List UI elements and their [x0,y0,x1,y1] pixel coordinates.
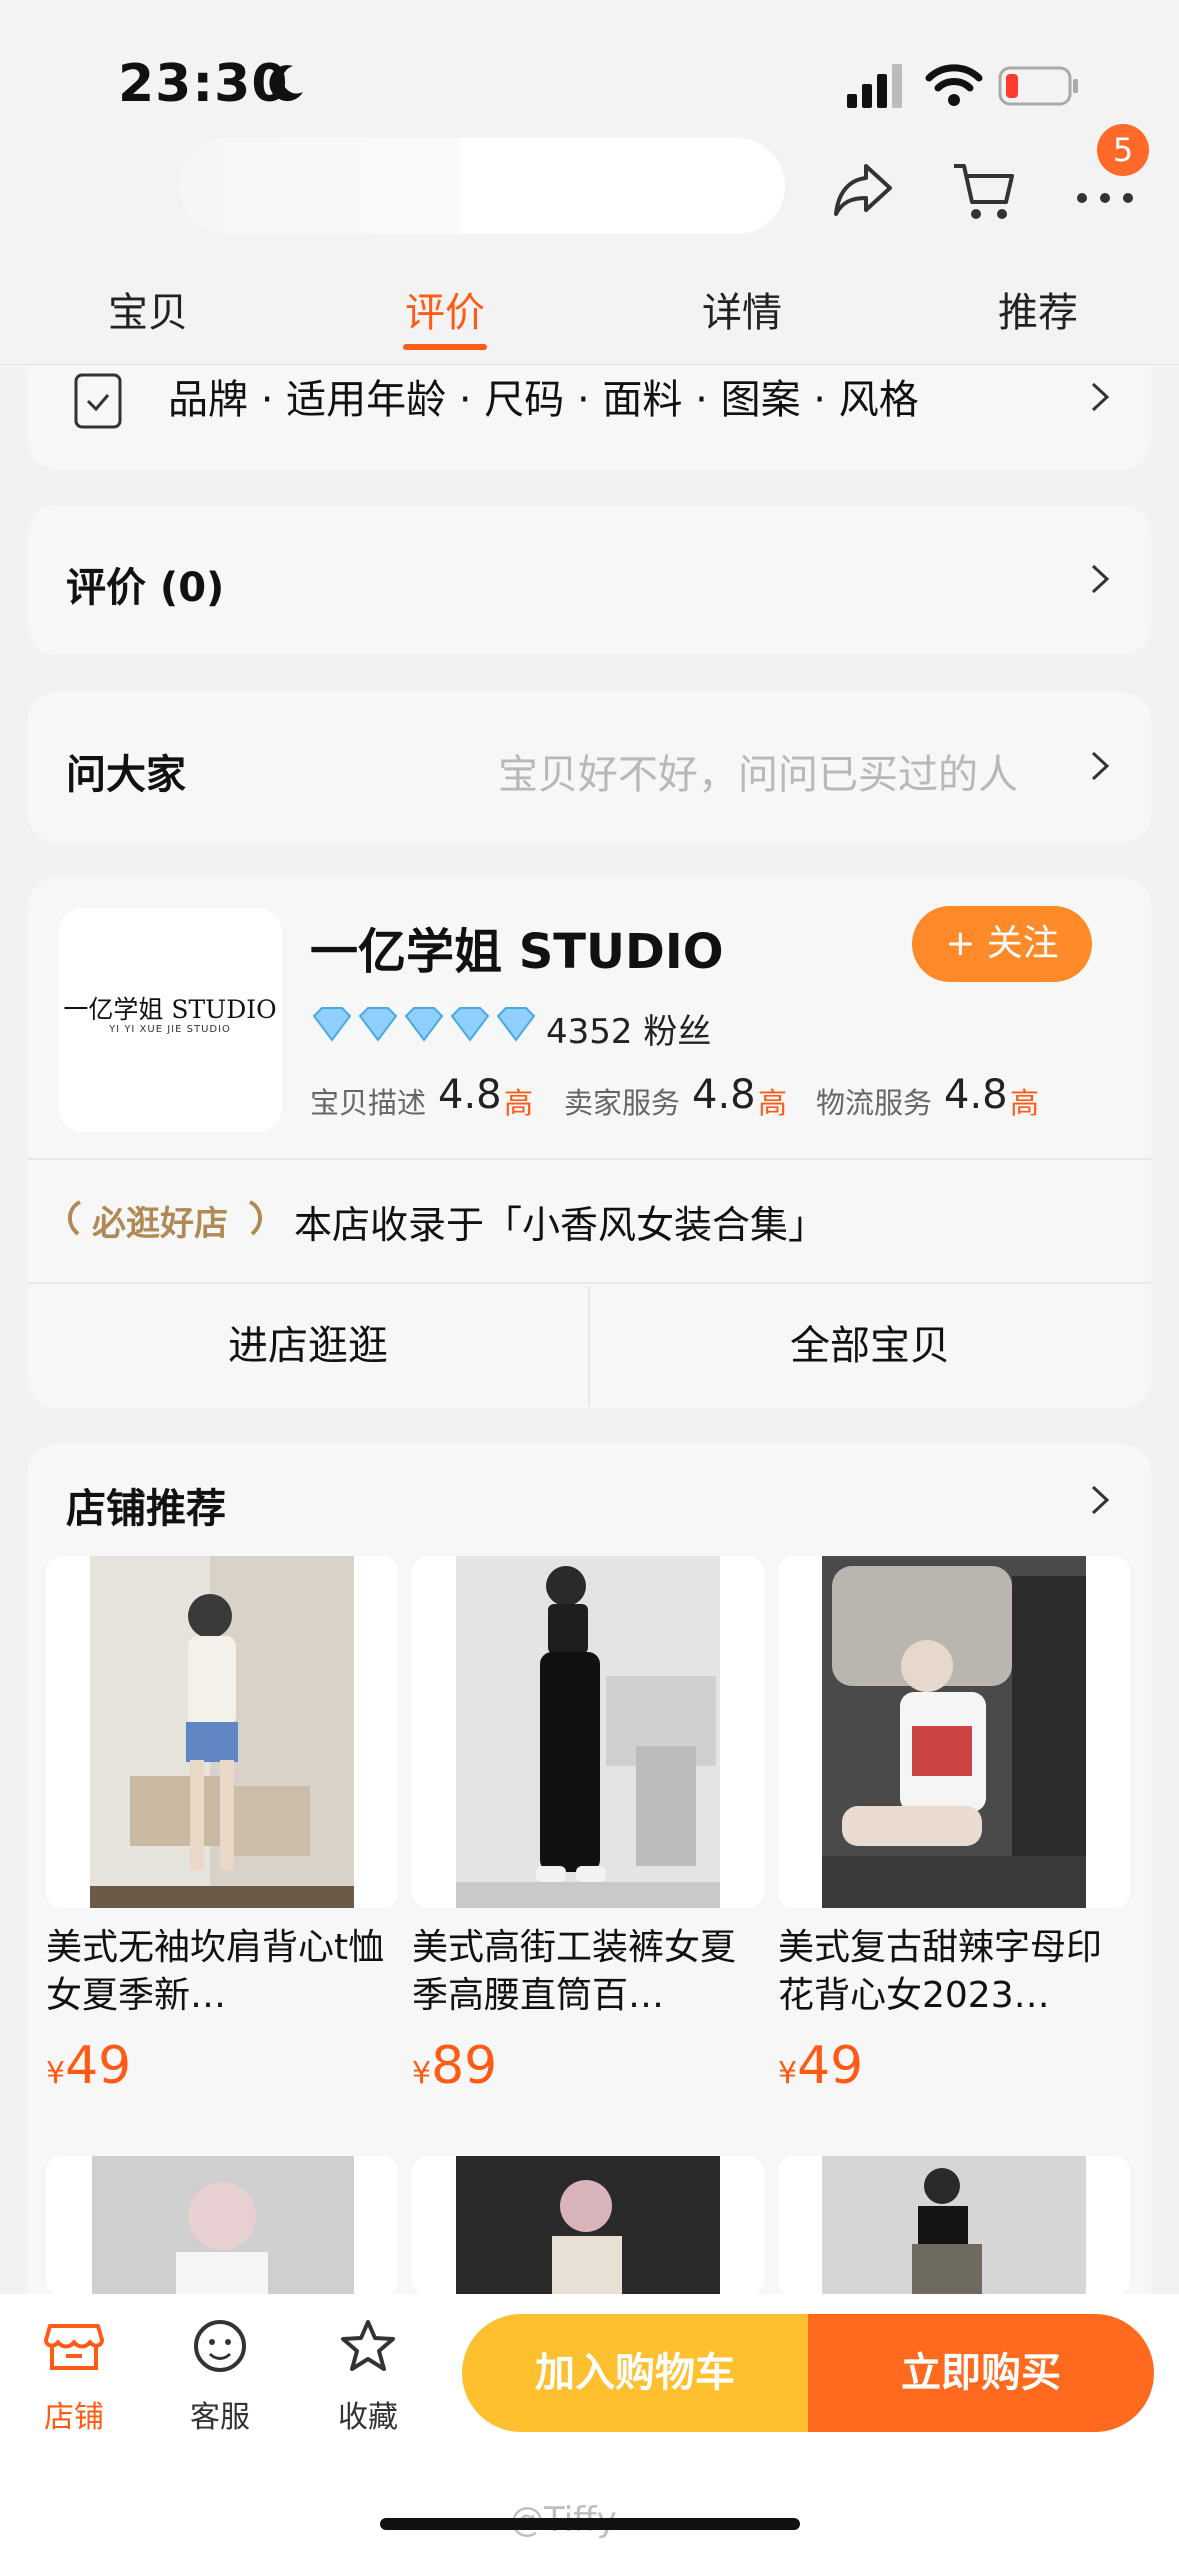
tab-active-indicator [403,344,487,350]
product-image[interactable] [412,2156,764,2296]
product-image[interactable] [46,2156,398,2296]
score-label: 宝贝描述 [310,1086,427,1120]
tab-recommend[interactable]: 推荐 [958,280,1118,338]
divider [28,1158,1151,1160]
product-photo [456,1556,720,1908]
enter-shop-button[interactable]: 进店逛逛 [28,1286,588,1406]
score-tag: 高 [504,1086,534,1120]
buy-now-button[interactable]: 立即购买 [808,2314,1154,2432]
price-value: 49 [797,2036,864,2096]
service-tab-button[interactable] [160,2318,280,2378]
ask-label: 问大家 [66,752,186,798]
tab-reviews[interactable]: 评价 [365,280,525,338]
star-icon [341,2320,395,2371]
recommend-title: 店铺推荐 [66,1486,226,1532]
search-blurred-area [180,138,460,234]
chevron-right-icon[interactable] [1088,1482,1112,1518]
ask-card[interactable]: 问大家 宝贝好不好，问问已买过的人 [28,692,1151,842]
product-photo [456,2156,720,2296]
follow-button[interactable]: + 关注 [912,906,1092,982]
favorite-tab-label: 收藏 [338,2400,398,2435]
reviews-card[interactable]: 评价 (0) [28,505,1151,655]
product-photo [90,1556,354,1908]
signal-icon [847,64,902,108]
score-tag: 高 [1010,1086,1040,1120]
attributes-card[interactable]: 品牌 · 适用年龄 · 尺码 · 面料 · 图案 · 风格 [28,365,1151,469]
favorite-tab-button[interactable] [308,2318,428,2378]
shop-logo-subtext: YI YI XUE JIE STUDIO [109,1024,231,1035]
service-tab-label: 客服 [190,2400,250,2435]
ask-hint: 宝贝好不好，问问已买过的人 [498,752,1018,798]
tab-details[interactable]: 详情 [662,280,822,338]
currency-symbol: ¥ [778,2056,798,2091]
moon-icon [269,65,303,102]
score-label: 物流服务 [816,1086,933,1120]
product-price: ¥49 [46,2036,131,2096]
battery-icon [998,66,1078,106]
divider [28,1282,1151,1284]
currency-symbol: ¥ [46,2056,66,2091]
product-title[interactable]: 美式无袖坎肩背心t恤女夏季新… [46,1924,386,2020]
add-to-cart-button[interactable]: 加入购物车 [462,2314,808,2432]
price-value: 89 [431,2036,498,2096]
currency-symbol: ¥ [412,2056,432,2091]
product-image[interactable] [778,1556,1130,1908]
wifi-icon [925,64,983,106]
tab-item[interactable]: 宝贝 [68,280,228,338]
all-items-button[interactable]: 全部宝贝 [590,1286,1150,1406]
home-indicator[interactable] [380,2518,800,2530]
reviews-label: 评价 (0) [66,565,225,611]
product-photo [92,2156,354,2296]
share-icon[interactable] [832,160,894,218]
notification-badge: 5 [1097,124,1149,176]
product-image[interactable] [46,1556,398,1908]
diamond-rating-icon [312,1007,536,1042]
attributes-text: 品牌 · 适用年龄 · 尺码 · 面料 · 图案 · 风格 [168,377,919,423]
product-image[interactable] [778,2156,1130,2296]
cart-icon[interactable] [950,158,1016,224]
laurel-right-icon [248,1200,262,1236]
score-value: 4.8 [438,1072,502,1118]
clipboard-icon [74,373,122,429]
customer-service-icon [194,2320,246,2372]
shop-name[interactable]: 一亿学姐 STUDIO [310,912,724,982]
score-tag: 高 [758,1086,788,1120]
product-photo [822,2156,1086,2296]
shop-tab-button[interactable] [14,2318,134,2378]
tab-bar: 宝贝 评价 详情 推荐 [0,280,1179,360]
shop-logo-text: 一亿学姐 STUDIO [63,995,277,1024]
score-value: 4.8 [692,1072,756,1118]
chevron-right-icon [1091,382,1110,412]
score-value: 4.8 [944,1072,1008,1118]
chevron-right-icon [1091,564,1110,594]
product-title[interactable]: 美式高街工装裤女夏季高腰直筒百… [412,1924,752,2020]
status-time: 23:30 [118,54,289,114]
featured-collection-text[interactable]: 本店收录于「小香风女装合集」 [294,1194,826,1249]
store-icon [44,2324,104,2370]
product-photo [822,1556,1086,1908]
score-label: 卖家服务 [564,1086,681,1120]
featured-shop-label: 必逛好店 [92,1204,228,1244]
product-title[interactable]: 美式复古甜辣字母印花背心女2023… [778,1924,1118,2020]
shop-logo[interactable]: 一亿学姐 STUDIO YI YI XUE JIE STUDIO [58,908,282,1132]
laurel-left-icon [68,1200,82,1236]
product-price: ¥49 [778,2036,863,2096]
fans-count: 4352 粉丝 [546,1012,712,1052]
price-value: 49 [65,2036,132,2096]
product-image[interactable] [412,1556,764,1908]
product-price: ¥89 [412,2036,497,2096]
chevron-right-icon [1091,751,1110,781]
shop-tab-label: 店铺 [44,2400,104,2435]
